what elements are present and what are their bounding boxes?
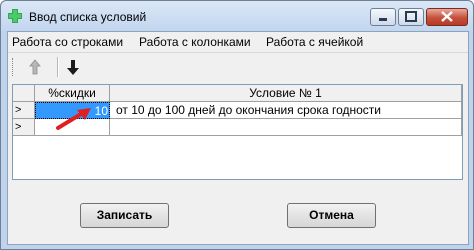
- condition-cell[interactable]: [110, 119, 462, 136]
- toolbar-grip[interactable]: [12, 58, 14, 76]
- menu-cell[interactable]: Работа с ячейкой: [266, 35, 363, 49]
- move-up-button[interactable]: [24, 56, 46, 78]
- conditions-grid[interactable]: %скидки Условие № 1 > 10 от 10 до 100 дн…: [12, 84, 463, 180]
- red-arrow-annotation: [56, 108, 91, 130]
- toolbar: [8, 52, 468, 81]
- title-bar[interactable]: Ввод списка условий: [1, 1, 473, 31]
- toolbar-separator: [57, 57, 59, 77]
- condition-cell[interactable]: от 10 до 100 дней до окончания срока год…: [110, 102, 462, 119]
- dialog-body: Работа со строками Работа с колонками Ра…: [7, 31, 469, 245]
- menu-columns[interactable]: Работа с колонками: [139, 35, 251, 49]
- minimize-button[interactable]: [370, 8, 396, 26]
- grid-header-row: %скидки Условие № 1: [13, 85, 462, 102]
- header-discount[interactable]: %скидки: [35, 85, 110, 102]
- header-condition[interactable]: Условие № 1: [110, 85, 462, 102]
- arrow-up-icon: [29, 59, 41, 75]
- menu-rows[interactable]: Работа со строками: [12, 35, 123, 49]
- green-cross-icon: [8, 9, 22, 23]
- save-button[interactable]: Записать: [80, 203, 169, 228]
- maximize-button[interactable]: [398, 8, 424, 26]
- close-button[interactable]: [426, 8, 468, 26]
- row-indicator[interactable]: >: [13, 102, 35, 119]
- maximize-icon: [405, 11, 417, 22]
- arrow-down-icon: [67, 60, 79, 75]
- minimize-icon: [379, 18, 387, 21]
- window-title: Ввод списка условий: [29, 10, 147, 24]
- close-icon: [441, 11, 453, 22]
- cancel-button[interactable]: Отмена: [287, 203, 376, 228]
- header-indicator: [13, 85, 35, 102]
- row-indicator[interactable]: >: [13, 119, 35, 136]
- menu-bar: Работа со строками Работа с колонками Ра…: [8, 32, 468, 51]
- move-down-button[interactable]: [62, 56, 84, 78]
